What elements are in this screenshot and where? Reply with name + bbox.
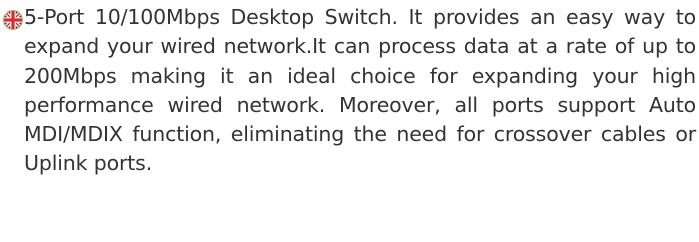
- description-text: 5-Port 10/100Mbps Desktop Switch. It pro…: [24, 5, 696, 176]
- product-description: 5-Port 10/100Mbps Desktop Switch. It pro…: [0, 0, 699, 242]
- uk-flag-icon: [3, 10, 23, 30]
